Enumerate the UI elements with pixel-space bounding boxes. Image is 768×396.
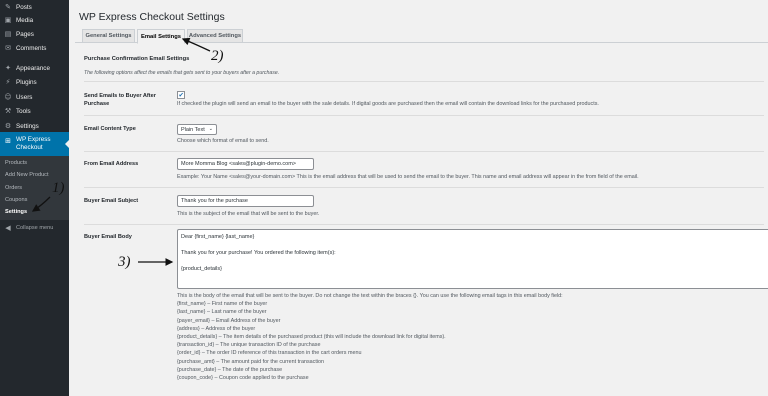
email-tag-item: {last_name} – Last name of the buyer <box>177 309 267 316</box>
content-type-label: Email Content Type <box>84 126 136 132</box>
send-emails-description: If checked the plugin will send an email… <box>177 101 599 107</box>
sidebar-item-label: Settings <box>16 122 39 130</box>
sidebar-item-label: Comments <box>16 44 47 52</box>
media-icon: ▣ <box>4 16 12 24</box>
sidebar-item-media[interactable]: ▣ Media <box>0 13 69 27</box>
subject-label: Buyer Email Subject <box>84 198 139 204</box>
submenu-item-coupons[interactable]: Coupons <box>5 197 27 203</box>
submenu-item-settings[interactable]: Settings <box>5 209 27 215</box>
divider <box>84 224 764 225</box>
content-type-description: Choose which format of email to send. <box>177 138 269 144</box>
tab-email-settings[interactable]: Email Settings <box>137 29 185 44</box>
from-address-input[interactable]: More Momma Blog <sales@plugin-demo.com> <box>177 158 314 170</box>
admin-sidebar: ✎ Posts ▣ Media ▤ Pages ✉ Comments ✦ App… <box>0 0 69 396</box>
send-emails-checkbox[interactable] <box>177 91 185 99</box>
pushpin-icon: ✎ <box>5 3 11 11</box>
appearance-icon: ✦ <box>5 64 11 72</box>
sidebar-item-label: Appearance <box>16 64 50 72</box>
email-body-label: Buyer Email Body <box>84 234 132 240</box>
sidebar-item-label: Media <box>16 16 34 24</box>
email-tag-item: {address} – Address of the buyer <box>177 325 256 332</box>
divider <box>84 151 764 152</box>
pages-icon: ▤ <box>4 30 12 38</box>
email-tag-item: {payer_email} – Email Address of the buy… <box>177 317 281 324</box>
email-tags-help: This is the body of the email that will … <box>177 293 563 382</box>
sidebar-item-label: Users <box>16 93 33 101</box>
section-title: Purchase Confirmation Email Settings <box>84 56 190 62</box>
from-address-label: From Email Address <box>84 161 139 167</box>
email-tag-item: {coupon_code} – Coupon code applied to t… <box>177 375 309 382</box>
sidebar-item-posts[interactable]: ✎ Posts <box>0 0 69 14</box>
sidebar-item-pages[interactable]: ▤ Pages <box>0 27 69 41</box>
chevron-down-icon: ⌄ <box>208 126 213 132</box>
email-body-textarea[interactable]: Dear {first_name} {last_name} Thank you … <box>177 229 768 289</box>
email-tag-item: {purchase_amt} – The amount paid for the… <box>177 358 325 365</box>
divider <box>84 115 764 116</box>
subject-input[interactable]: Thank you for the purchase <box>177 195 314 207</box>
content-type-select[interactable]: Plain Text ⌄ <box>177 124 217 135</box>
sidebar-item-users[interactable]: ☺ Users <box>0 90 69 104</box>
comments-icon: ✉ <box>5 44 11 52</box>
email-tag-item: {first_name} – First name of the buyer <box>177 301 268 308</box>
sidebar-item-tools[interactable]: ⚒ Tools <box>0 104 69 118</box>
sidebar-item-label: Pages <box>16 30 34 38</box>
section-description: The following options affect the emails … <box>84 70 280 76</box>
sidebar-item-label: Posts <box>16 3 32 11</box>
sidebar-item-settings[interactable]: ⚙ Settings <box>0 119 69 133</box>
collapse-menu-label: Collapse menu <box>16 225 54 231</box>
divider <box>84 187 764 188</box>
email-tag-item: {transaction_id} – The unique transactio… <box>177 342 321 349</box>
from-address-description: Example: Your Name <sales@your-domain.co… <box>177 174 639 180</box>
sidebar-item-plugins[interactable]: ⚡ Plugins <box>0 75 69 89</box>
plugins-icon: ⚡ <box>5 78 11 86</box>
submenu-item-products[interactable]: Products <box>5 160 27 166</box>
annotation-2: 2) <box>211 48 224 64</box>
settings-icon: ⚙ <box>4 122 12 130</box>
cart-icon: ⊞ <box>5 137 11 145</box>
annotation-3: 3) <box>118 254 131 270</box>
collapse-icon: ◀ <box>5 224 11 232</box>
sidebar-item-label: Plugins <box>16 78 37 86</box>
sidebar-item-label: Tools <box>16 107 31 115</box>
subject-description: This is the subject of the email that wi… <box>177 211 320 217</box>
sidebar-item-comments[interactable]: ✉ Comments <box>0 41 69 55</box>
email-tag-item: {purchase_date} – The date of the purcha… <box>177 366 283 373</box>
submenu-item-add-new-product[interactable]: Add New Product <box>5 172 49 178</box>
users-icon: ☺ <box>4 93 12 101</box>
sidebar-item-label: WP Express <box>16 136 51 143</box>
tab-general-settings[interactable]: General Settings <box>82 29 135 43</box>
sidebar-item-appearance[interactable]: ✦ Appearance <box>0 61 69 75</box>
sidebar-item-label: Checkout <box>16 144 43 151</box>
page-title: WP Express Checkout Settings <box>79 11 225 23</box>
divider <box>84 81 764 82</box>
main-content: WP Express Checkout Settings General Set… <box>69 0 768 396</box>
sidebar-item-wp-express-checkout[interactable]: ⊞ WP Express Checkout <box>0 132 69 156</box>
tab-advanced-settings[interactable]: Advanced Settings <box>187 29 243 43</box>
tools-icon: ⚒ <box>4 107 12 115</box>
email-tag-item: {product_details} – The item details of … <box>177 334 446 341</box>
collapse-menu-button[interactable]: ◀ Collapse menu <box>0 224 69 232</box>
annotation-1: 1) <box>52 180 65 196</box>
send-emails-label: Send Emails to Buyer After Purchase <box>84 93 156 107</box>
email-tag-item: {order_id} – The order ID reference of t… <box>177 350 362 357</box>
submenu-item-orders[interactable]: Orders <box>5 185 22 191</box>
